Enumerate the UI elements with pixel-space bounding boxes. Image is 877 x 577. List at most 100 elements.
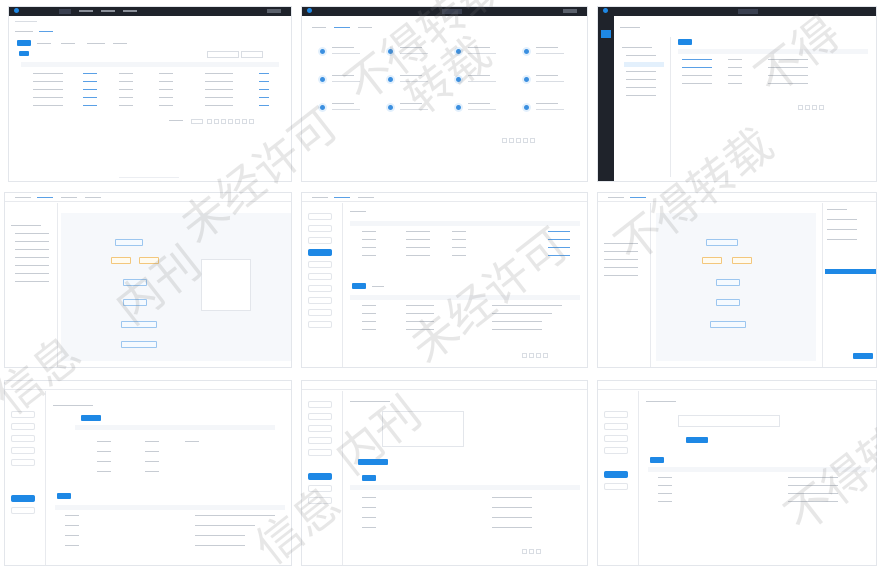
tab-item[interactable] bbox=[85, 197, 101, 198]
row-action-link[interactable] bbox=[548, 255, 570, 256]
component-item[interactable] bbox=[15, 281, 49, 282]
card-title[interactable] bbox=[332, 47, 354, 48]
flow-canvas[interactable] bbox=[61, 213, 291, 361]
property-field[interactable] bbox=[827, 229, 857, 230]
primary-button[interactable] bbox=[686, 437, 708, 443]
menu-item[interactable] bbox=[308, 425, 332, 432]
table-row[interactable] bbox=[33, 73, 63, 74]
flow-node[interactable] bbox=[710, 321, 746, 328]
table-row[interactable] bbox=[97, 471, 111, 472]
card-title[interactable] bbox=[536, 75, 558, 76]
table-row[interactable] bbox=[97, 441, 111, 442]
save-button[interactable] bbox=[853, 353, 873, 359]
menu-item[interactable] bbox=[11, 459, 35, 466]
primary-button[interactable] bbox=[358, 459, 388, 465]
table-cell-link[interactable] bbox=[83, 97, 97, 98]
page-button[interactable] bbox=[529, 353, 534, 358]
card-title[interactable] bbox=[400, 75, 422, 76]
menu-item[interactable] bbox=[308, 237, 332, 244]
table-cell-link[interactable] bbox=[83, 81, 97, 82]
table-row[interactable] bbox=[33, 97, 63, 98]
page-button[interactable] bbox=[543, 353, 548, 358]
tab-item[interactable] bbox=[61, 197, 77, 198]
table-row[interactable] bbox=[362, 247, 376, 248]
page-button[interactable] bbox=[522, 549, 527, 554]
menu-item[interactable] bbox=[11, 447, 35, 454]
table-row[interactable] bbox=[33, 105, 63, 106]
flow-node[interactable] bbox=[121, 321, 157, 328]
page-button[interactable] bbox=[249, 119, 254, 124]
menu-item-active[interactable] bbox=[11, 495, 35, 502]
tree-node[interactable] bbox=[626, 71, 656, 72]
tree-node[interactable] bbox=[626, 95, 656, 96]
page-size-select[interactable] bbox=[191, 119, 203, 124]
tab-item-active[interactable] bbox=[37, 197, 53, 198]
menu-item[interactable] bbox=[308, 321, 332, 328]
component-item[interactable] bbox=[604, 243, 638, 244]
primary-button[interactable] bbox=[17, 40, 31, 46]
menu-item[interactable] bbox=[308, 261, 332, 268]
component-item[interactable] bbox=[604, 267, 638, 268]
nav-item-active[interactable] bbox=[442, 9, 462, 14]
table-row[interactable] bbox=[362, 231, 376, 232]
tab-item-active[interactable] bbox=[630, 197, 646, 198]
page-button[interactable] bbox=[228, 119, 233, 124]
component-item[interactable] bbox=[15, 265, 49, 266]
card-title[interactable] bbox=[468, 103, 490, 104]
menu-item[interactable] bbox=[11, 411, 35, 418]
menu-item[interactable] bbox=[11, 507, 35, 514]
menu-item[interactable] bbox=[11, 435, 35, 442]
card-title[interactable] bbox=[536, 47, 558, 48]
table-row[interactable] bbox=[362, 239, 376, 240]
page-button[interactable] bbox=[516, 138, 521, 143]
table-cell-link[interactable] bbox=[83, 89, 97, 90]
search-input[interactable] bbox=[207, 51, 239, 58]
row-action-link[interactable] bbox=[259, 89, 269, 90]
menu-item[interactable] bbox=[604, 423, 628, 430]
card-title[interactable] bbox=[400, 103, 422, 104]
tab-button-active[interactable] bbox=[352, 283, 366, 289]
tab-button-active[interactable] bbox=[362, 475, 376, 481]
table-row[interactable] bbox=[97, 461, 111, 462]
flow-canvas[interactable] bbox=[656, 213, 816, 361]
tab-item[interactable] bbox=[608, 197, 624, 198]
nav-item[interactable] bbox=[79, 10, 93, 12]
menu-item[interactable] bbox=[308, 309, 332, 316]
page-button[interactable] bbox=[207, 119, 212, 124]
menu-item[interactable] bbox=[308, 297, 332, 304]
tab-item[interactable] bbox=[61, 43, 75, 44]
menu-item[interactable] bbox=[308, 413, 332, 420]
tree-node[interactable] bbox=[626, 55, 656, 56]
page-button[interactable] bbox=[812, 105, 817, 110]
component-item[interactable] bbox=[15, 233, 49, 234]
menu-item-active[interactable] bbox=[604, 471, 628, 478]
flow-node-condition[interactable] bbox=[139, 257, 159, 264]
table-row[interactable] bbox=[682, 59, 712, 60]
table-row[interactable] bbox=[658, 477, 672, 478]
table-row[interactable] bbox=[658, 501, 672, 502]
filter-select[interactable] bbox=[241, 51, 263, 58]
form-field[interactable] bbox=[350, 401, 390, 402]
table-row[interactable] bbox=[97, 451, 111, 452]
table-row[interactable] bbox=[362, 305, 376, 306]
row-action-link[interactable] bbox=[259, 105, 269, 106]
add-button[interactable] bbox=[19, 51, 29, 56]
nav-item-active[interactable] bbox=[738, 9, 758, 14]
table-row[interactable] bbox=[33, 81, 63, 82]
flow-node[interactable] bbox=[123, 279, 147, 286]
tab-item[interactable] bbox=[312, 27, 326, 28]
tree-node[interactable] bbox=[626, 87, 656, 88]
page-button[interactable] bbox=[509, 138, 514, 143]
menu-item[interactable] bbox=[604, 435, 628, 442]
side-nav-item-active[interactable] bbox=[601, 30, 611, 38]
component-item[interactable] bbox=[15, 249, 49, 250]
card-title[interactable] bbox=[400, 47, 422, 48]
page-button[interactable] bbox=[235, 119, 240, 124]
tab-button-active[interactable] bbox=[650, 457, 664, 463]
tab-button[interactable] bbox=[372, 286, 384, 287]
page-button[interactable] bbox=[221, 119, 226, 124]
nav-item[interactable] bbox=[59, 9, 71, 14]
tab-item[interactable] bbox=[358, 27, 372, 28]
tab-item-active[interactable] bbox=[39, 31, 53, 32]
tab-button-active[interactable] bbox=[57, 493, 71, 499]
